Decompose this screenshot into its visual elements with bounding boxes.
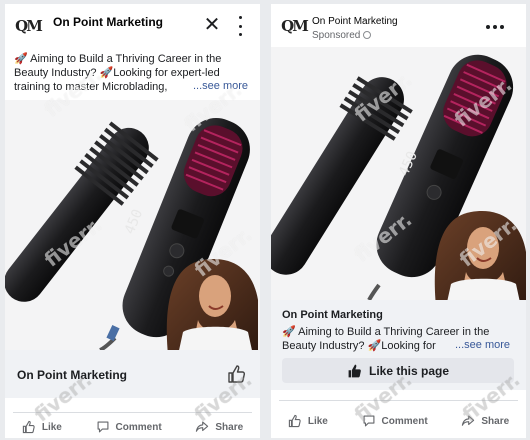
globe-icon bbox=[363, 31, 372, 39]
thumb-up-icon bbox=[288, 414, 301, 428]
caption-line: training to master Microblading, bbox=[14, 81, 168, 93]
share-button[interactable]: Share bbox=[461, 414, 509, 428]
sponsored-label: Sponsored bbox=[312, 30, 372, 41]
thumb-up-icon bbox=[22, 420, 35, 434]
like-page-button[interactable]: Like this page bbox=[282, 358, 514, 383]
action-bar: Like Comment Share bbox=[271, 410, 526, 432]
comment-button[interactable]: Comment bbox=[96, 420, 162, 434]
like-label: Like bbox=[307, 415, 328, 427]
close-icon[interactable]: ✕ bbox=[201, 14, 223, 36]
comment-icon bbox=[363, 415, 375, 427]
ad-footer: On Point Marketing 🚀 Aiming to Build a T… bbox=[271, 300, 526, 390]
like-label: Like bbox=[41, 421, 62, 433]
share-button[interactable]: Share bbox=[195, 420, 243, 434]
see-more-link[interactable]: ...see more bbox=[193, 80, 249, 92]
ad-footer: On Point Marketing bbox=[5, 350, 260, 398]
ad-card-left: QM On Point Marketing ✕ 🚀 Aiming to Buil… bbox=[5, 4, 260, 438]
page-name[interactable]: On Point Marketing bbox=[312, 16, 398, 27]
ad-card-right: QM On Point Marketing Sponsored 450 On P… bbox=[271, 4, 526, 438]
hair-straightener-brush-illustration: 450 bbox=[5, 100, 260, 350]
share-label: Share bbox=[215, 421, 244, 433]
like-page-icon[interactable] bbox=[227, 364, 247, 384]
hair-straightener-brush-illustration: 450 bbox=[271, 47, 526, 300]
like-button[interactable]: Like bbox=[22, 420, 62, 434]
see-more-link[interactable]: ...see more bbox=[455, 339, 511, 351]
ad-image[interactable]: 450 bbox=[271, 47, 526, 300]
action-bar: Like Comment Share bbox=[5, 416, 260, 438]
footer-page-name[interactable]: On Point Marketing bbox=[17, 368, 127, 382]
comment-button[interactable]: Comment bbox=[362, 414, 428, 428]
action-divider bbox=[279, 400, 518, 401]
footer-page-name[interactable]: On Point Marketing bbox=[282, 309, 383, 321]
like-button[interactable]: Like bbox=[288, 414, 328, 428]
ad-header: QM On Point Marketing Sponsored bbox=[271, 4, 526, 46]
page-logo[interactable]: QM bbox=[13, 12, 43, 40]
ad-header: QM On Point Marketing ✕ bbox=[5, 4, 260, 46]
more-options-icon[interactable] bbox=[233, 14, 247, 38]
ad-image[interactable]: 450 bbox=[5, 100, 260, 350]
share-icon bbox=[462, 415, 475, 426]
ad-caption: 🚀 Aiming to Build a Thriving Career in t… bbox=[14, 52, 221, 94]
comment-icon bbox=[97, 421, 109, 433]
thumb-up-icon bbox=[348, 364, 361, 377]
caption-line: 🚀 Aiming to Build a Thriving Career in t… bbox=[282, 326, 490, 338]
comment-label: Comment bbox=[381, 415, 428, 427]
share-label: Share bbox=[481, 415, 510, 427]
share-icon bbox=[196, 421, 209, 432]
comment-label: Comment bbox=[115, 421, 162, 433]
caption-line: 🚀 Aiming to Build a Thriving Career in t… bbox=[14, 53, 222, 65]
page-logo[interactable]: QM bbox=[279, 12, 309, 40]
caption-line: Beauty Industry? 🚀Looking for expert-led bbox=[14, 67, 220, 79]
more-options-icon[interactable] bbox=[486, 24, 504, 30]
action-divider bbox=[13, 412, 252, 413]
sponsored-text: Sponsored bbox=[312, 30, 361, 41]
page-name[interactable]: On Point Marketing bbox=[53, 15, 163, 29]
like-page-label: Like this page bbox=[368, 363, 450, 378]
